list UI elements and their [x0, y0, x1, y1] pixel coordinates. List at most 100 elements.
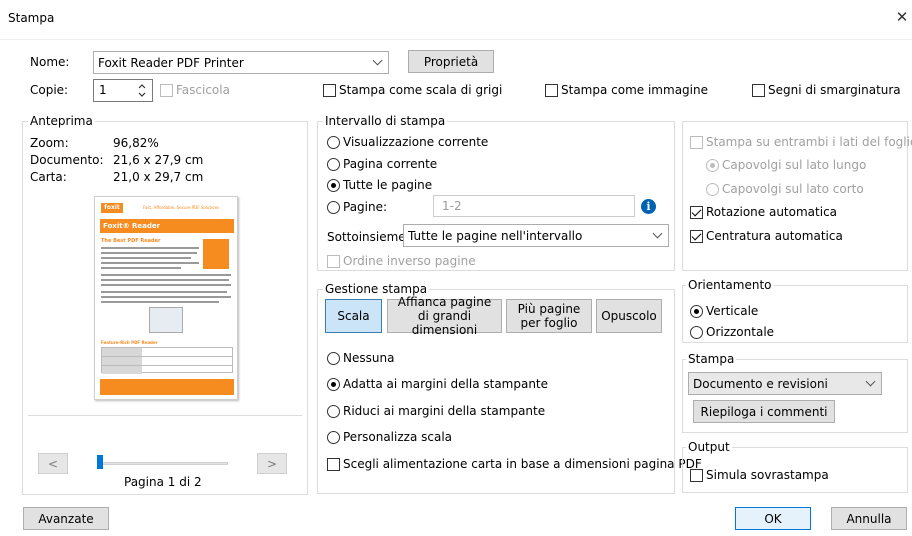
reverse-order-checkbox[interactable]: [327, 254, 340, 268]
both-sides-row[interactable]: Stampa su entrambi i lati del foglio: [690, 135, 912, 149]
tab-tile-pages[interactable]: Affianca pagine di grandi dimensioni: [387, 295, 502, 337]
chevron-down-icon: [652, 228, 663, 238]
preview-tagline: Fast, Affordable, Secure PDF Solutions: [143, 205, 220, 210]
flip-short-edge-label: Capovolgi sul lato corto: [722, 182, 864, 196]
range-pages-label: Pagine:: [343, 200, 388, 214]
zoom-value: 96,82%: [113, 136, 159, 150]
info-icon[interactable]: i: [641, 199, 656, 214]
range-current-view-row[interactable]: Visualizzazione corrente: [327, 135, 488, 149]
tab-scale[interactable]: Scala: [325, 299, 382, 333]
preview-page-title: Foxit® Reader: [100, 219, 234, 233]
grayscale-checkbox[interactable]: [323, 83, 336, 97]
preview-divider: [28, 415, 302, 416]
pages-input[interactable]: 1-2: [433, 195, 635, 217]
range-all-pages-row[interactable]: Tutte le pagine: [327, 178, 432, 192]
range-current-page-row[interactable]: Pagina corrente: [327, 157, 437, 171]
preview-table-title: Feature-Rich PDF Reader: [101, 340, 158, 345]
page-slider-track[interactable]: [97, 462, 228, 465]
title-bar: [0, 0, 912, 40]
next-page-button[interactable]: >: [257, 453, 287, 474]
range-current-view-radio[interactable]: [327, 135, 340, 149]
collate-checkbox[interactable]: [160, 83, 173, 97]
simulate-overprint-row[interactable]: Simula sovrastampa: [690, 468, 829, 482]
chevron-down-icon: [372, 55, 383, 65]
auto-rotate-checkbox[interactable]: [690, 205, 703, 219]
portrait-radio[interactable]: [690, 304, 703, 318]
subset-select[interactable]: Tutte le pagine nell'intervallo: [403, 224, 669, 247]
scale-custom-label: Personalizza scala: [343, 430, 453, 444]
copies-stepper[interactable]: [136, 81, 148, 100]
stepper-arrows-icon: [138, 84, 146, 97]
scale-fit-label: Adatta ai margini della stampante: [343, 377, 549, 391]
scale-shrink-row[interactable]: Riduci ai margini della stampante: [327, 404, 545, 418]
cancel-button[interactable]: Annulla: [831, 507, 907, 530]
landscape-row[interactable]: Orizzontale: [690, 325, 774, 339]
preview-page: foxit Fast, Affordable, Secure PDF Solut…: [94, 196, 238, 400]
print-range-group-label: Intervallo di stampa: [323, 114, 448, 128]
scale-fit-radio[interactable]: [327, 377, 340, 391]
tab-multiple-pages-line2: per foglio: [520, 316, 578, 330]
scale-custom-radio[interactable]: [327, 430, 340, 444]
flip-long-edge-radio[interactable]: [706, 158, 719, 172]
scale-none-row[interactable]: Nessuna: [327, 351, 394, 365]
scale-shrink-radio[interactable]: [327, 404, 340, 418]
both-sides-checkbox[interactable]: [690, 135, 703, 149]
tab-multiple-pages-line1: Più pagine: [517, 302, 581, 316]
collate-label: Fascicola: [176, 83, 230, 97]
auto-center-label: Centratura automatica: [706, 229, 843, 243]
paper-source-row[interactable]: Scegli alimentazione carta in base a dim…: [327, 457, 702, 471]
preview-pdf-graphic: [203, 239, 229, 269]
flip-long-edge-row[interactable]: Capovolgi sul lato lungo: [706, 158, 866, 172]
both-sides-label: Stampa su entrambi i lati del foglio: [706, 135, 912, 149]
ok-button[interactable]: OK: [735, 507, 811, 530]
printer-select-value: Foxit Reader PDF Printer: [98, 55, 244, 70]
grayscale-checkbox-row[interactable]: Stampa come scala di grigi: [323, 83, 502, 97]
tab-multiple-pages[interactable]: Più pagine per foglio: [506, 299, 592, 333]
reverse-order-row[interactable]: Ordine inverso pagine: [327, 254, 476, 268]
range-all-pages-label: Tutte le pagine: [343, 178, 433, 192]
portrait-row[interactable]: Verticale: [690, 304, 758, 318]
scale-custom-row[interactable]: Personalizza scala: [327, 430, 452, 444]
properties-button[interactable]: Proprietà: [408, 50, 494, 73]
paper-source-checkbox[interactable]: [327, 457, 340, 471]
bleed-marks-checkbox-row[interactable]: Segni di smarginatura: [752, 83, 901, 97]
pages-input-placeholder: 1-2: [442, 199, 462, 213]
summarize-comments-button[interactable]: Riepiloga i commenti: [693, 400, 835, 423]
document-size-label: Documento:: [30, 153, 104, 167]
preview-page-subtitle: The Best PDF Reader: [101, 238, 161, 244]
bleed-marks-checkbox[interactable]: [752, 83, 765, 97]
collate-checkbox-row[interactable]: Fascicola: [160, 83, 230, 97]
range-current-page-radio[interactable]: [327, 157, 340, 171]
auto-rotate-row[interactable]: Rotazione automatica: [690, 205, 837, 219]
page-slider-thumb[interactable]: [97, 455, 103, 469]
printer-select[interactable]: Foxit Reader PDF Printer: [93, 51, 389, 74]
simulate-overprint-label: Simula sovrastampa: [706, 468, 829, 482]
landscape-label: Orizzontale: [706, 325, 775, 339]
chevron-down-icon: [865, 376, 876, 386]
grayscale-label: Stampa come scala di grigi: [339, 83, 503, 97]
print-what-select-value: Documento e revisioni: [693, 376, 828, 391]
flip-short-edge-radio[interactable]: [706, 182, 719, 196]
flip-short-edge-row[interactable]: Capovolgi sul lato corto: [706, 182, 864, 196]
advanced-button[interactable]: Avanzate: [23, 507, 109, 530]
print-as-image-checkbox[interactable]: [545, 83, 558, 97]
range-current-page-label: Pagina corrente: [343, 157, 438, 171]
prev-page-button[interactable]: <: [38, 453, 68, 474]
auto-center-row[interactable]: Centratura automatica: [690, 229, 843, 243]
tab-tile-pages-line2: di grandi dimensioni: [411, 309, 478, 337]
tab-booklet[interactable]: Opuscolo: [596, 299, 662, 333]
copies-value: 1: [99, 83, 107, 97]
page-indicator: Pagina 1 di 2: [124, 475, 202, 489]
range-pages-row[interactable]: Pagine:: [327, 200, 387, 214]
print-as-image-checkbox-row[interactable]: Stampa come immagine: [545, 83, 708, 97]
range-pages-radio[interactable]: [327, 200, 340, 214]
range-all-pages-radio[interactable]: [327, 178, 340, 192]
scale-fit-row[interactable]: Adatta ai margini della stampante: [327, 377, 548, 391]
landscape-radio[interactable]: [690, 325, 703, 339]
print-what-select[interactable]: Documento e revisioni: [688, 372, 882, 395]
simulate-overprint-checkbox[interactable]: [690, 468, 703, 482]
copies-input[interactable]: 1: [93, 79, 153, 102]
close-icon[interactable]: ✕: [892, 8, 912, 26]
auto-center-checkbox[interactable]: [690, 229, 703, 243]
scale-none-radio[interactable]: [327, 351, 340, 365]
